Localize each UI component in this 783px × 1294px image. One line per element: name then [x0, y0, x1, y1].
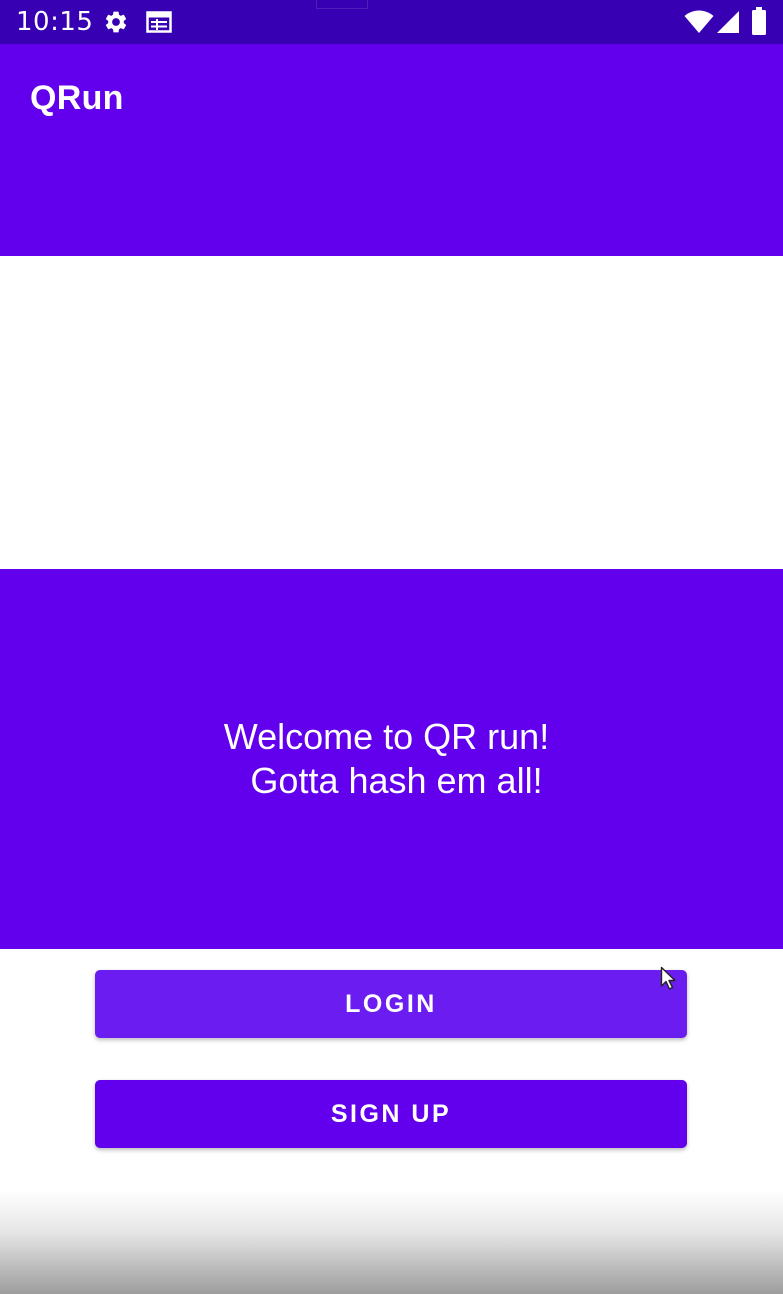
calendar-icon [146, 11, 172, 33]
login-button[interactable]: LOGIN [95, 970, 687, 1038]
gear-icon [105, 11, 127, 33]
welcome-line-1: Welcome to QR run! [223, 716, 550, 757]
status-bar: 10:15 [0, 0, 783, 44]
wifi-icon [684, 10, 714, 33]
app-bar: QRun [0, 44, 783, 256]
status-time: 10:15 [16, 7, 94, 37]
battery-icon [752, 7, 766, 35]
welcome-line-2: Gotta hash em all! [250, 760, 543, 801]
signal-icon [717, 11, 739, 33]
empty-content-area [0, 256, 783, 569]
welcome-panel: Welcome to QR run! Gotta hash em all! [0, 569, 783, 949]
bottom-shadow-overlay [0, 1190, 783, 1294]
sign-up-button[interactable]: SIGN UP [95, 1080, 687, 1148]
welcome-message: Welcome to QR run! Gotta hash em all! [0, 715, 783, 803]
camera-notch [316, 0, 368, 9]
app-title: QRun [30, 79, 124, 117]
mouse-cursor-icon [660, 966, 676, 990]
